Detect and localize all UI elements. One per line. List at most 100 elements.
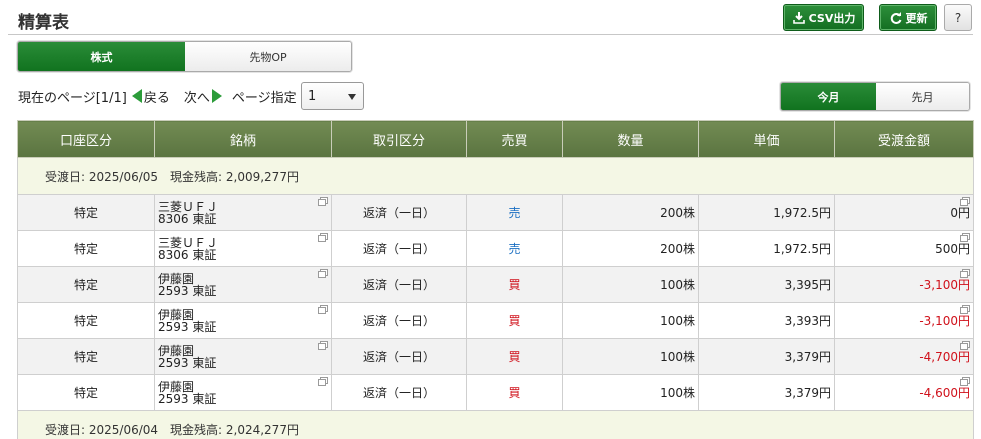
popup-window-icon[interactable] [318,269,328,278]
popup-window-icon[interactable] [960,269,970,278]
security-cell: 三菱ＵＦＪ 8306 東証 [154,194,332,231]
col-trade-type[interactable]: 取引区分 [331,120,467,158]
amount-cell: -4,600円 [834,374,974,411]
table-header-row: 口座区分 銘柄 取引区分 売買 数量 単価 受渡金額 [17,120,974,158]
amount-cell: -3,100円 [834,266,974,303]
pager: 現在のページ[1/1] 戻る 次へ ページ指定 [18,86,297,106]
account-type-cell: 特定 [17,266,155,303]
col-security[interactable]: 銘柄 [154,120,332,158]
col-settlement-amount[interactable]: 受渡金額 [834,120,974,158]
page-select-value: 1 [308,88,317,104]
refresh-icon [890,11,901,24]
popup-window-icon[interactable] [318,305,328,314]
amount-value: -3,100円 [919,278,970,292]
table-row: 特定 三菱ＵＦＪ 8306 東証 返済（一日） 売 200株 1,972.5円 0… [17,194,974,231]
unit-price-cell: 3,395円 [698,266,835,303]
side-cell: 売 [466,194,563,231]
prev-page-link[interactable]: 戻る [144,87,170,106]
next-arrow-icon[interactable] [211,89,222,103]
csv-export-button[interactable]: CSV出力 [783,4,864,31]
amount-cell: -3,100円 [834,302,974,339]
settlement-date-row: 受渡日: 2025/06/05 現金残高: 2,009,277円 [17,157,974,195]
table-row: 特定 伊藤園 2593 東証 返済（一日） 買 100株 3,395円 -3,10… [17,266,974,303]
amount-cell: 500円 [834,230,974,267]
security-code: 2593 東証 [158,391,217,406]
tab-last-month[interactable]: 先月 [876,83,969,110]
page-select[interactable]: 1 [301,82,364,110]
security-name[interactable]: 三菱ＵＦＪ [158,237,331,249]
trade-type-cell: 返済（一日） [331,338,467,375]
download-icon [792,11,805,24]
quantity-cell: 200株 [562,194,699,231]
popup-window-icon[interactable] [960,233,970,242]
tab-futures-options[interactable]: 先物OP [185,42,351,71]
tab-this-month[interactable]: 今月 [781,83,876,110]
popup-window-icon[interactable] [960,305,970,314]
csv-export-label: CSV出力 [808,11,856,25]
account-type-cell: 特定 [17,194,155,231]
popup-window-icon[interactable] [960,197,970,206]
help-button[interactable]: ? [944,4,972,31]
popup-window-icon[interactable] [318,377,328,386]
popup-window-icon[interactable] [960,341,970,350]
security-cell: 伊藤園 2593 東証 [154,374,332,411]
tab-stocks[interactable]: 株式 [18,42,185,71]
amount-value: 500円 [935,242,970,256]
security-name[interactable]: 伊藤園 [158,273,331,285]
trade-type-cell: 返済（一日） [331,374,467,411]
title-divider [8,34,973,35]
amount-value: -3,100円 [919,314,970,328]
security-name[interactable]: 伊藤園 [158,309,331,321]
popup-window-icon[interactable] [318,197,328,206]
side-cell: 買 [466,266,563,303]
unit-price-cell: 1,972.5円 [698,230,835,267]
trade-type-cell: 返済（一日） [331,302,467,339]
security-code: 2593 東証 [158,283,217,298]
amount-cell: -4,700円 [834,338,974,375]
col-quantity[interactable]: 数量 [562,120,699,158]
product-tabs: 株式 先物OP [17,41,352,72]
table-row: 特定 三菱ＵＦＪ 8306 東証 返済（一日） 売 200株 1,972.5円 5… [17,230,974,267]
popup-window-icon[interactable] [960,377,970,386]
security-cell: 三菱ＵＦＪ 8306 東証 [154,230,332,267]
security-name[interactable]: 伊藤園 [158,345,331,357]
next-page-link[interactable]: 次へ [184,87,210,106]
security-code: 2593 東証 [158,355,217,370]
security-name[interactable]: 伊藤園 [158,381,331,393]
account-type-cell: 特定 [17,302,155,339]
account-type-cell: 特定 [17,338,155,375]
quantity-cell: 100株 [562,338,699,375]
unit-price-cell: 3,393円 [698,302,835,339]
trade-type-cell: 返済（一日） [331,266,467,303]
col-account-type[interactable]: 口座区分 [17,120,155,158]
quantity-cell: 100株 [562,374,699,411]
col-unit-price[interactable]: 単価 [698,120,835,158]
amount-value: 0円 [950,206,970,220]
quantity-cell: 100株 [562,302,699,339]
security-code: 8306 東証 [158,211,217,226]
amount-value: -4,700円 [919,350,970,364]
refresh-label: 更新 [905,11,928,25]
page-title: 精算表 [18,13,69,33]
security-name[interactable]: 三菱ＵＦＪ [158,201,331,213]
unit-price-cell: 3,379円 [698,338,835,375]
period-tabs: 今月 先月 [780,82,970,111]
security-cell: 伊藤園 2593 東証 [154,338,332,375]
trade-type-cell: 返済（一日） [331,194,467,231]
amount-value: -4,600円 [919,386,970,400]
col-side[interactable]: 売買 [466,120,563,158]
security-cell: 伊藤園 2593 東証 [154,302,332,339]
quantity-cell: 100株 [562,266,699,303]
refresh-button[interactable]: 更新 [879,4,937,31]
popup-window-icon[interactable] [318,341,328,350]
table-row: 特定 伊藤園 2593 東証 返済（一日） 買 100株 3,379円 -4,60… [17,374,974,411]
trade-type-cell: 返済（一日） [331,230,467,267]
settlement-date-row: 受渡日: 2025/06/04 現金残高: 2,024,277円 [17,410,974,439]
prev-arrow-icon[interactable] [131,89,142,103]
security-cell: 伊藤園 2593 東証 [154,266,332,303]
account-type-cell: 特定 [17,374,155,411]
amount-cell: 0円 [834,194,974,231]
side-cell: 売 [466,230,563,267]
popup-window-icon[interactable] [318,233,328,242]
settlement-date-label: 受渡日: 2025/06/05 現金残高: 2,009,277円 [17,157,974,195]
